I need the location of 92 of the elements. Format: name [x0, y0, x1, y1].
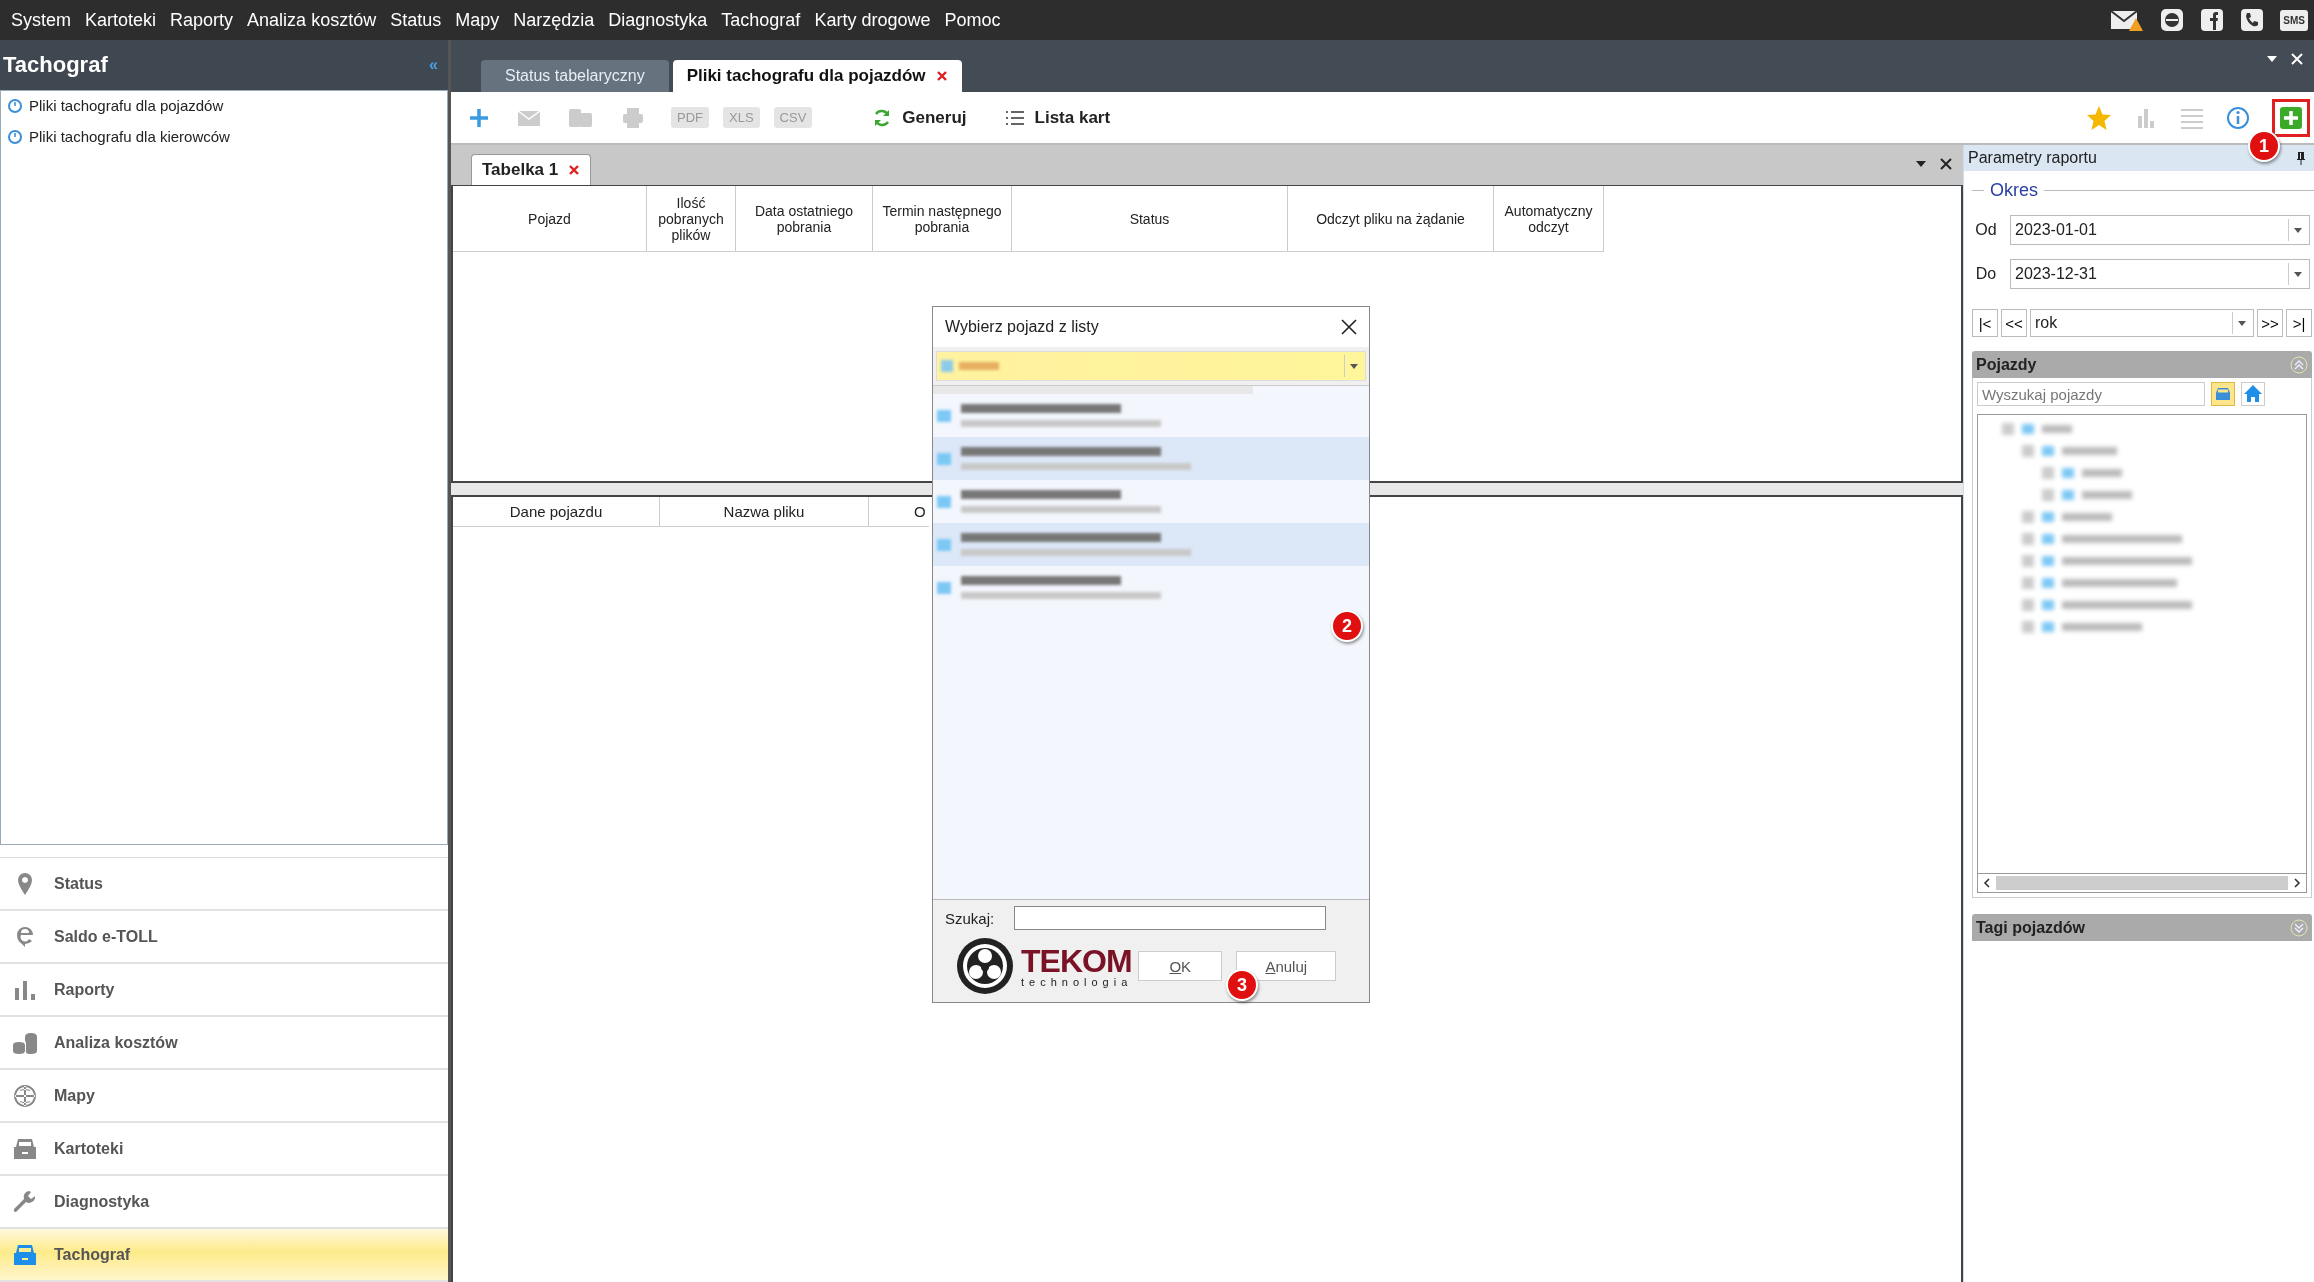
stopwatch-icon [7, 97, 23, 114]
nav-button[interactable]: |< [1972, 309, 1998, 337]
info-icon[interactable] [2226, 105, 2250, 130]
nav-item[interactable]: Tachograf [0, 1229, 448, 1282]
column-header[interactable]: Automatyczny odczyt [1494, 186, 1604, 252]
ok-button[interactable]: OK [1138, 951, 1223, 981]
menu-item[interactable]: Narzędzia [508, 9, 604, 31]
drawer-icon [12, 1136, 38, 1161]
dropdown-arrow-icon[interactable] [2294, 271, 2302, 277]
nav-item[interactable]: Status [0, 858, 448, 911]
panel-title: Parametry raportu [1968, 149, 2097, 167]
menu-item[interactable]: System [6, 9, 80, 31]
logo-text: TEKOM [1021, 944, 1133, 977]
section-title: Tagi pojazdów [1976, 918, 2086, 937]
nav-button[interactable]: << [2001, 309, 2027, 337]
star-icon[interactable] [2086, 104, 2112, 131]
document-tab[interactable]: Pliki tachografu dla pojazdów [672, 60, 962, 92]
date-field[interactable]: 2023-12-31 [2010, 259, 2310, 289]
list-row[interactable] [933, 523, 1369, 566]
column-header[interactable]: Termin następnego pobrania [873, 186, 1012, 252]
panel-title: Tachograf [3, 52, 108, 78]
pin-icon[interactable] [2296, 151, 2306, 165]
nav-item[interactable]: Kartoteki [0, 1123, 448, 1176]
mail-warning-icon[interactable] [2110, 8, 2145, 32]
scroll-right-icon[interactable] [2293, 878, 2301, 888]
menu-item[interactable]: Pomoc [939, 9, 1010, 31]
period-dropdown[interactable]: rok [2030, 309, 2254, 337]
home-icon[interactable] [2241, 382, 2265, 406]
list-icon [1004, 109, 1025, 126]
scroll-left-icon[interactable] [1983, 878, 1991, 888]
field-label: Do [1974, 265, 1998, 283]
tree-item[interactable]: Pliki tachografu dla pojazdów [29, 97, 224, 114]
dropdown-arrow-icon[interactable] [2294, 227, 2302, 233]
generate-button[interactable]: Generuj [866, 103, 973, 132]
menu-item[interactable]: Diagnostyka [603, 9, 717, 31]
close-icon[interactable] [1341, 319, 1357, 335]
logo-tagline: technologia [1021, 976, 1133, 988]
column-header[interactable]: Dane pojazdu [453, 497, 660, 527]
menu-item[interactable]: Status [385, 9, 451, 31]
section-header[interactable]: Pojazdy [1972, 351, 2312, 378]
field-label: Od [1974, 221, 1998, 239]
column-header[interactable]: Status [1012, 186, 1288, 252]
globe-icon [12, 1083, 38, 1108]
menu-item[interactable]: Kartoteki [80, 9, 166, 31]
column-header[interactable]: Pojazd [453, 186, 647, 252]
tree-item[interactable]: Pliki tachografu dla kierowców [29, 128, 230, 145]
close-icon[interactable] [1939, 157, 1953, 171]
nav-item[interactable]: Mapy [0, 1070, 448, 1123]
stopwatch-icon [7, 128, 23, 145]
column-header[interactable]: Nazwa pliku [660, 497, 869, 527]
car-icon[interactable] [2211, 382, 2235, 406]
table-tab[interactable]: Tabelka 1 [471, 154, 592, 185]
column-header[interactable]: Odczyt pliku na żądanie [1288, 186, 1494, 252]
search-field[interactable]: Wyszukaj pojazdy [1977, 382, 2205, 406]
card-list-button[interactable]: Lista kart [998, 103, 1117, 132]
horizontal-scrollbar[interactable] [1977, 874, 2307, 893]
group-title: Okres [1990, 179, 2038, 201]
field-label: Szukaj: [945, 909, 995, 927]
coins-icon [12, 1030, 38, 1055]
nav-item[interactable]: Analiza kosztów [0, 1017, 448, 1070]
document-tab[interactable]: Status tabelaryczny [481, 60, 669, 92]
dropdown-arrow-icon[interactable] [2238, 320, 2246, 326]
remote-icon[interactable] [2160, 8, 2185, 32]
dialog-title: Wybierz pojazd z listy [945, 318, 1099, 336]
facebook-icon[interactable] [2200, 8, 2225, 32]
nav-item[interactable]: Saldo e-TOLL [0, 911, 448, 964]
date-field[interactable]: 2023-01-01 [2010, 215, 2310, 245]
nav-button[interactable]: >> [2257, 309, 2283, 337]
sms-icon[interactable]: SMS [2280, 9, 2308, 31]
drawer-icon [12, 1242, 38, 1267]
dropdown-arrow-icon[interactable] [1915, 160, 1927, 168]
column-header[interactable]: Ilość pobranych plików [647, 186, 736, 252]
menu-item[interactable]: Analiza kosztów [242, 9, 386, 31]
menu-item[interactable]: Mapy [450, 9, 509, 31]
menu-item[interactable]: Karty drogowe [809, 9, 940, 31]
phone-icon[interactable] [2240, 8, 2265, 32]
column-header[interactable]: O [869, 497, 929, 527]
column-header[interactable]: Data ostatniego pobrania [736, 186, 873, 252]
logo-icon [955, 936, 1015, 996]
dropdown-arrow-icon[interactable] [2266, 55, 2278, 63]
search-field[interactable] [1014, 906, 1327, 930]
nav-item[interactable]: Raporty [0, 964, 448, 1017]
step-badge: 1 [2248, 130, 2280, 162]
section-header[interactable]: Tagi pojazdów [1972, 914, 2312, 941]
list-row[interactable] [933, 437, 1369, 480]
menu-item[interactable]: Tachograf [716, 9, 810, 31]
nav-button[interactable]: >| [2286, 309, 2312, 337]
section-title: Pojazdy [1976, 355, 2037, 374]
dropdown-arrow-icon[interactable] [1350, 363, 1358, 369]
add-icon[interactable] [2279, 105, 2303, 130]
wrench-icon [12, 1189, 38, 1214]
menu-item[interactable]: Raporty [165, 9, 243, 31]
